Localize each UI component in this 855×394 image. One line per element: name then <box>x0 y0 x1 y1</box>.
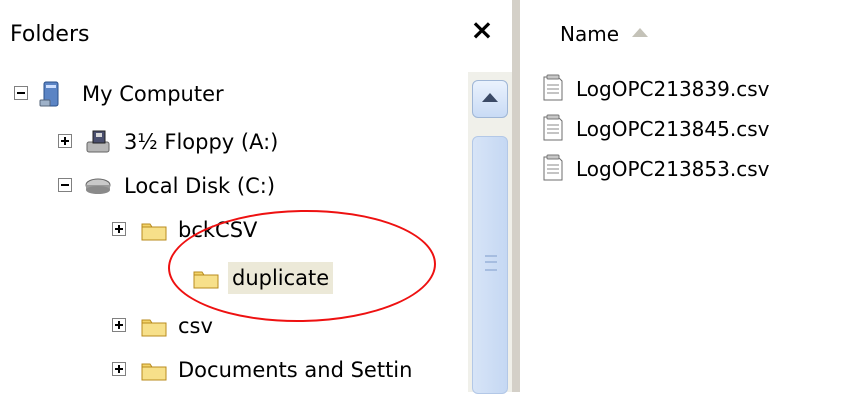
pane-divider[interactable] <box>512 0 520 392</box>
folders-header: Folders × <box>0 0 520 68</box>
file-name: LogOPC213839.csv <box>576 77 770 101</box>
collapse-icon[interactable] <box>14 86 28 100</box>
sort-ascending-icon <box>632 28 648 37</box>
scroll-thumb[interactable] <box>472 136 508 394</box>
expand-icon[interactable] <box>58 134 72 148</box>
folders-pane: Folders × My Computer 3½ Floppy (A:) Loc… <box>0 0 520 394</box>
text-file-icon <box>543 74 563 101</box>
folder-icon <box>141 223 167 241</box>
expand-icon[interactable] <box>112 318 126 332</box>
text-file-icon <box>543 154 563 181</box>
expand-icon[interactable] <box>112 222 126 236</box>
collapse-icon[interactable] <box>58 178 72 192</box>
vertical-scrollbar[interactable] <box>468 72 512 394</box>
tree-item-label: Local Disk (C:) <box>124 174 276 198</box>
floppy-drive-icon <box>86 130 110 153</box>
folders-title: Folders <box>10 22 90 47</box>
folder-icon <box>141 319 167 337</box>
tree-item-label: My Computer <box>82 82 224 106</box>
close-button[interactable]: × <box>464 12 500 48</box>
tree-item-documents-and-settings[interactable]: Documents and Settin <box>112 354 462 386</box>
scroll-up-button[interactable] <box>472 80 508 118</box>
file-name: LogOPC213845.csv <box>576 117 770 141</box>
file-name: LogOPC213853.csv <box>576 157 770 181</box>
tree-item-label: csv <box>178 314 213 338</box>
hard-disk-icon <box>85 178 111 194</box>
folder-icon <box>141 363 167 381</box>
expand-icon[interactable] <box>112 362 126 376</box>
tree-item-label: 3½ Floppy (A:) <box>124 130 279 154</box>
computer-icon <box>39 81 59 107</box>
tree-item-label: Documents and Settin <box>178 358 413 382</box>
text-file-icon <box>543 114 563 141</box>
column-header-name[interactable]: Name <box>560 22 619 46</box>
grip-icon <box>485 255 497 271</box>
files-pane: Name LogOPC213839.csv LogOPC213845.csv L… <box>520 0 855 392</box>
